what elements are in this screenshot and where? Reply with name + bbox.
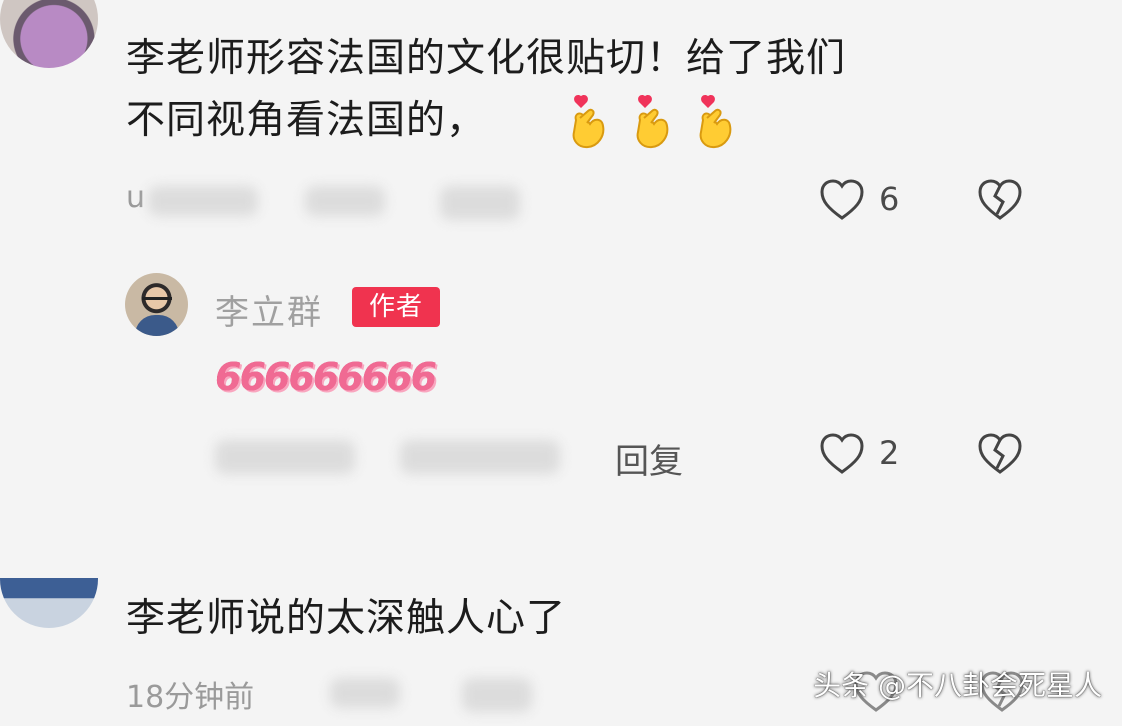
reply-content: 666666666: [215, 355, 437, 399]
watermark: 头条 @不八卦会死星人: [813, 669, 1102, 702]
reply-button[interactable]: 回复: [615, 434, 683, 483]
comment-text-line: 李老师形容法国的文化很贴切！给了我们: [126, 36, 847, 81]
commenter-avatar[interactable]: [0, 0, 98, 68]
author-badge: 作者: [352, 287, 440, 327]
comment-time: u: [126, 180, 146, 215]
like-count: 2: [879, 434, 900, 472]
blurred-meta: [148, 186, 258, 216]
finger-heart-icon: [636, 94, 669, 149]
blurred-meta: [305, 186, 385, 216]
blurred-meta: [330, 678, 400, 708]
finger-heart-icon: [699, 94, 732, 149]
commenter-avatar[interactable]: [0, 578, 98, 628]
blurred-meta: [215, 440, 355, 474]
blurred-meta: [400, 440, 560, 474]
blurred-meta: [462, 678, 532, 712]
finger-heart-icon: [572, 94, 605, 149]
comment-feed: 李老师形容法国的文化很贴切！给了我们 不同视角看法国的， u 6 李立群 作者 …: [0, 0, 1122, 726]
heart-outline-icon[interactable]: [818, 430, 866, 478]
comment-text-line: 不同视角看法国的，: [126, 92, 486, 150]
comment-time: 18分钟前: [126, 680, 255, 715]
comment-text-line: 李老师说的太深触人心了: [126, 596, 567, 641]
heart-outline-icon[interactable]: [818, 176, 866, 224]
like-count: 6: [879, 180, 900, 218]
comment-text: 不同视角看法国的，: [126, 98, 487, 143]
broken-heart-icon[interactable]: [976, 176, 1024, 224]
blurred-meta: [440, 186, 520, 220]
avatar-body: [135, 315, 179, 336]
author-avatar[interactable]: [125, 273, 188, 336]
avatar-glasses: [142, 297, 172, 308]
broken-heart-icon[interactable]: [976, 430, 1024, 478]
reply-author-name[interactable]: 李立群: [215, 285, 323, 334]
